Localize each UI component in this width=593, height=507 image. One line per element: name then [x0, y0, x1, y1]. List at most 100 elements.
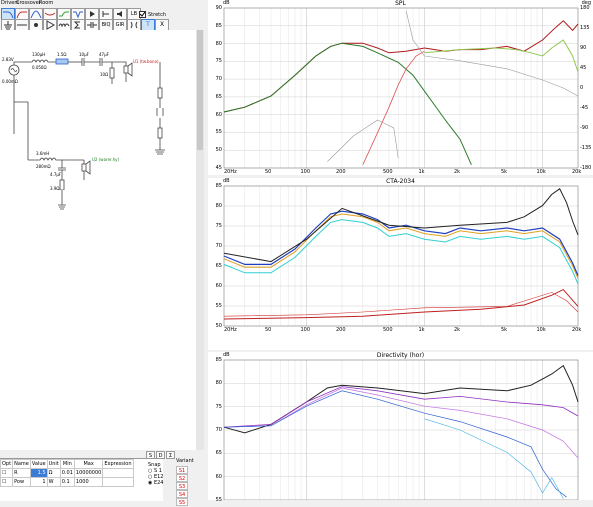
y-tick-label: 70: [215, 76, 222, 83]
x-tick-label: 100: [300, 169, 311, 175]
di-line: [223, 288, 579, 320]
x-tick-label: 20k: [572, 169, 582, 175]
scrollbar-thumb[interactable]: [197, 30, 203, 150]
y-tick-label-right: 0: [580, 85, 584, 91]
tweeter-response-line: [424, 39, 579, 73]
l2-r-label: 280mΩ: [36, 164, 51, 169]
y-tick-label: 55: [215, 303, 222, 309]
menu-crossover[interactable]: Crossover: [16, 0, 41, 7]
param-expression[interactable]: [102, 477, 134, 487]
x-tick-label: 20Hz: [224, 327, 237, 333]
opt-checkbox[interactable]: ☐: [0, 468, 14, 478]
y-tick-label: 60: [215, 283, 222, 289]
column-header: Unit: [46, 459, 61, 469]
snap-option-e24[interactable]: ◉ E24: [148, 480, 170, 486]
y-tick-label: 45: [215, 165, 222, 171]
param-value[interactable]: 1.5: [29, 468, 48, 478]
x-tick-label: 5k: [500, 169, 508, 175]
x-tick-label: 2k: [454, 169, 461, 175]
opt-checkbox[interactable]: ☐: [0, 477, 14, 487]
stretch-checkbox[interactable]: Stretch: [139, 11, 166, 18]
param-min[interactable]: 0.1: [59, 477, 75, 487]
stretch-label: Stretch: [148, 12, 167, 18]
r1-label: 1.5Ω: [57, 52, 67, 57]
tweeter-rolloff-line: [362, 50, 425, 165]
param-name: R: [12, 468, 31, 478]
menu-bar: Drivers Crossover Room: [0, 0, 205, 7]
sum-response-line: [223, 20, 579, 113]
view-sum-button[interactable]: Σ: [166, 451, 175, 459]
y-tick-label: 70: [215, 427, 222, 433]
snap-group: Snap ○ S 1 ○ E12 ◉ E24: [148, 462, 170, 486]
directivity-plot: [223, 359, 579, 500]
x-tick-label: 1k: [418, 327, 425, 333]
schematic-canvas[interactable]: 2.83V 0.00mΩ 130µH 0.050Ω 1.5Ω 10µF 47µF…: [0, 30, 196, 450]
x-tick-label: 5k: [500, 327, 508, 333]
column-header: Max: [73, 459, 104, 469]
y-tick-label: 65: [215, 93, 222, 100]
table-header-row: Opt Name Value Unit Min Max Expression: [0, 459, 134, 469]
param-max[interactable]: 1000: [73, 477, 104, 487]
y-tick-label: 50: [215, 323, 222, 329]
phase-line: [405, 11, 579, 97]
param-value[interactable]: 1: [29, 477, 48, 487]
y-tick-label: 55: [215, 497, 222, 503]
y-tick-label: 55: [215, 129, 222, 136]
variant-s5[interactable]: S5: [176, 498, 188, 506]
y-tick-label-right: -45: [580, 105, 589, 111]
param-max[interactable]: 10000000: [73, 468, 104, 478]
crossover-circuit: [8, 58, 165, 190]
r2-label: 10Ω: [100, 72, 109, 77]
y-tick-label: 90: [215, 5, 222, 11]
x-tick-label: 10k: [536, 169, 546, 175]
x-tick-label: 500: [382, 169, 393, 175]
variant-s2[interactable]: S2: [176, 474, 188, 482]
c1-label: 10µF: [79, 52, 89, 57]
y-tick-label: 70: [215, 243, 222, 249]
table-row[interactable]: ☐ Pow 1 W 0.1 1000: [0, 477, 134, 487]
column-header: Name: [12, 459, 31, 469]
schematic-scrollbar[interactable]: [196, 30, 204, 450]
y-tick-label: 85: [215, 357, 222, 363]
param-name: Pow: [12, 477, 31, 487]
variant-s4[interactable]: S4: [176, 490, 188, 498]
l1-r-label: 0.050Ω: [32, 65, 47, 70]
x-tick-label: 1k: [418, 169, 425, 175]
woofer-name[interactable]: U2 (warer.hy): [92, 157, 119, 162]
tweeter-name[interactable]: U1 (tw.bono): [133, 59, 159, 64]
param-unit: W: [46, 477, 61, 487]
table-row[interactable]: ☐ R 1.5 Ω 0.01 10000000: [0, 468, 134, 478]
x-tick-label: 2k: [454, 327, 461, 333]
x-tick-label: 50: [264, 327, 272, 333]
source-r-label: 0.00mΩ: [2, 79, 18, 84]
angle-30-line: [223, 387, 579, 459]
c3-label: 4.7µF: [50, 172, 62, 177]
x-tick-label: 10k: [536, 327, 546, 333]
column-header: Value: [29, 459, 48, 469]
column-header: Opt: [0, 459, 14, 469]
variant-s1[interactable]: S1: [176, 466, 188, 474]
param-min[interactable]: 0.01: [59, 468, 75, 478]
y-tick-label: 60: [215, 473, 222, 480]
c2-label: 47µF: [99, 52, 109, 57]
y-tick-label: 85: [215, 183, 222, 189]
spl-chart[interactable]: SPL dB deg 90 85 80 75 70 65 60 55 50 45 180 135 90 4…: [208, 0, 593, 175]
y-tick-label: 85: [215, 22, 222, 29]
directivity-chart[interactable]: Directivity (hor) dB 85 80 75 70 65 60 55: [208, 352, 593, 503]
x-tick-label: 200: [336, 169, 346, 175]
y-tick-label-right: -135: [580, 145, 592, 151]
param-expression[interactable]: [102, 468, 134, 478]
spl-plot: [223, 7, 579, 169]
variant-s3[interactable]: S3: [176, 482, 188, 490]
y-tick-label: 50: [215, 147, 222, 154]
on-axis-line: [223, 188, 579, 263]
variant-label: Variant: [176, 458, 194, 464]
l2-label: 3.6mH: [36, 151, 50, 156]
cta2034-chart[interactable]: CTA-2034 dB 85 80 75 70 65 60 55 50 20Hz 50 100 200…: [208, 178, 593, 350]
y-tick-label-right: -180: [580, 165, 592, 171]
menu-room[interactable]: Room: [39, 0, 53, 7]
y-tick-label: 80: [215, 380, 222, 387]
stretch-check-icon: [139, 11, 146, 18]
r3-label: 3.9Ω: [50, 186, 60, 191]
y-tick-label: 75: [215, 223, 222, 229]
